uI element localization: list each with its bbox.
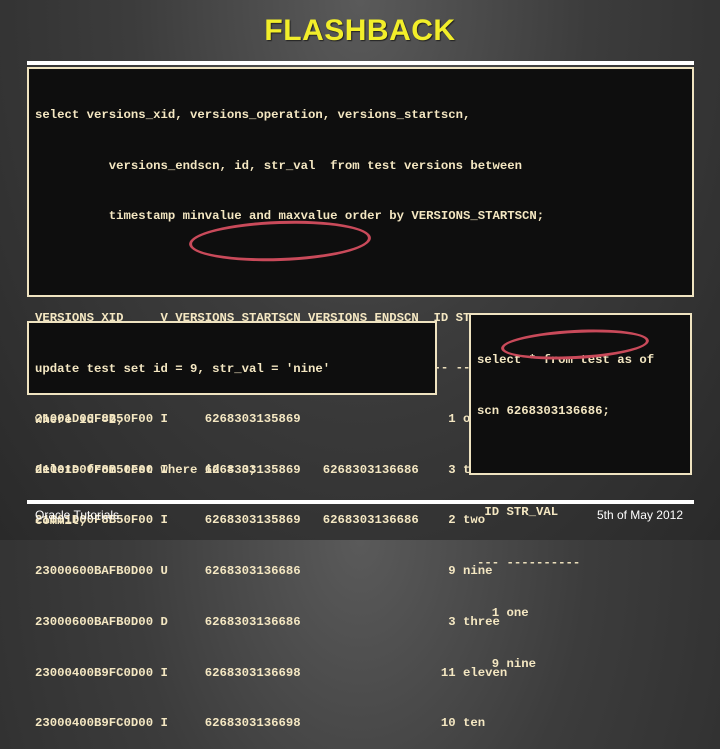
sql-line: delete from test where id = 3; <box>35 463 257 478</box>
footer-organization: Oracle Tutorials <box>35 508 120 522</box>
sql-line: select versions_xid, versions_operation,… <box>35 107 471 122</box>
as-of-query-console: select * from test as of scn 62683031366… <box>469 313 692 671</box>
top-divider <box>27 61 694 65</box>
sql-line: update test set id = 9, str_val = 'nine' <box>35 361 331 376</box>
sql-line: timestamp minvalue and maxvalue order by… <box>35 209 545 224</box>
result-row: 9 nine <box>477 657 537 672</box>
slide-title: FLASHBACK <box>264 14 456 47</box>
result-separator: --- ---------- <box>477 555 581 570</box>
sql-line: versions_endscn, id, str_val from test v… <box>35 158 523 173</box>
dml-statements-console: update test set id = 9, str_val = 'nine'… <box>27 321 437 528</box>
result-row: 23000400B9FC0D00 I 6268303136698 10 ten <box>35 716 486 731</box>
sql-line: select * from test as of <box>477 352 655 367</box>
bottom-divider <box>27 500 694 504</box>
result-row: 1 one <box>477 606 529 621</box>
footer-date: 5th of May 2012 <box>596 508 683 522</box>
sql-line: where id =2; <box>35 412 124 427</box>
versions-query-console: select versions_xid, versions_operation,… <box>27 67 694 730</box>
sql-line: scn 6268303136686; <box>477 403 610 418</box>
